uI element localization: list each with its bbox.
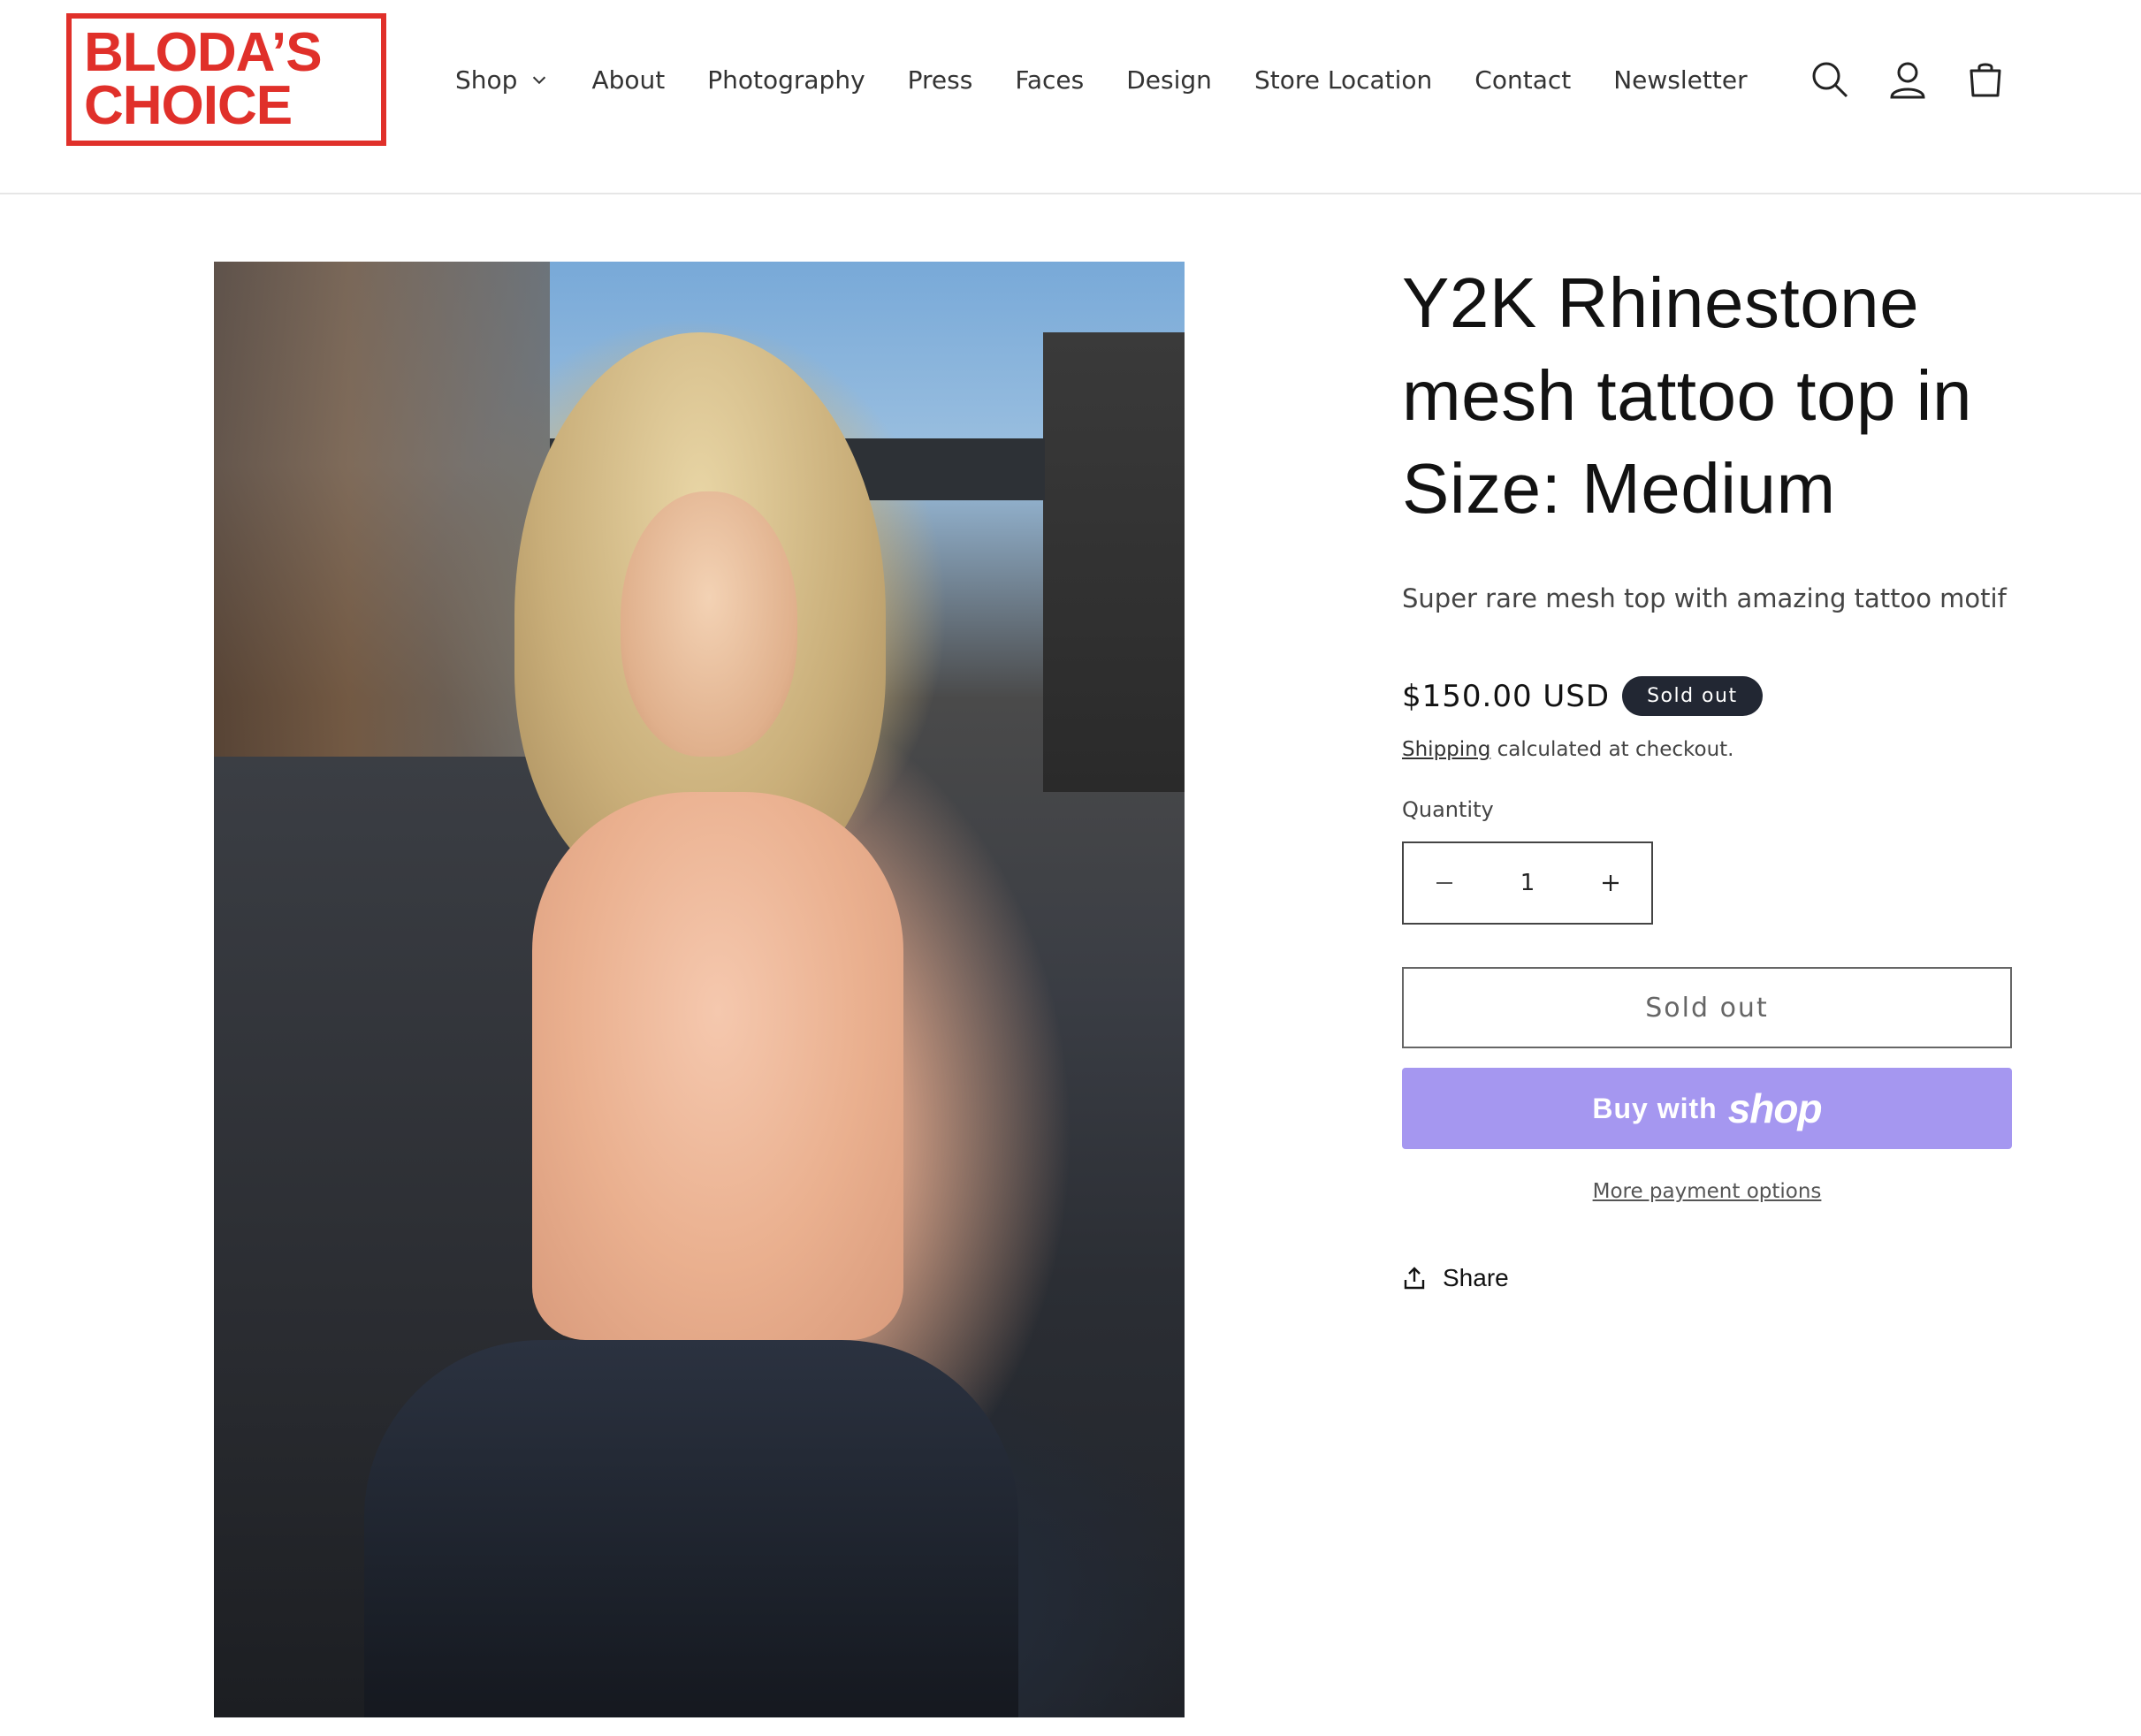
nav-label: About [591, 65, 666, 95]
cart-icon [1970, 63, 2001, 97]
header-icons [1803, 53, 2037, 106]
share-icon [1404, 1267, 1425, 1290]
product-price: $150.00 USD [1402, 678, 1611, 714]
brand-logo[interactable]: BLODA’S CHOICE [66, 13, 386, 146]
quantity-label: Quantity [1402, 797, 1494, 822]
product-info: Y2K Rhinestone mesh tattoo top in Size: … [1402, 256, 2012, 1291]
search-icon [1812, 62, 1848, 98]
shipping-note: Shipping calculated at checkout. [1402, 738, 1734, 761]
share-button[interactable]: Share [1402, 1264, 1509, 1292]
nav-item-about[interactable]: About [591, 65, 665, 95]
cart-button[interactable] [1959, 53, 2012, 106]
nav-label: Store Location [1253, 65, 1433, 95]
account-button[interactable] [1881, 53, 1934, 106]
product-image[interactable] [214, 262, 1185, 1717]
main-nav: Shop About Photography Press Faces Desig… [455, 57, 1790, 103]
nav-item-contact[interactable]: Contact [1474, 65, 1571, 95]
nav-label: Press [907, 65, 973, 95]
buy-with-label: Buy with [1592, 1092, 1718, 1124]
quantity-increase-button[interactable] [1591, 864, 1630, 902]
share-label: Share [1443, 1264, 1509, 1291]
logo-line-2: CHOICE [84, 75, 293, 136]
nav-item-press[interactable]: Press [908, 65, 973, 95]
search-button[interactable] [1803, 53, 1856, 106]
shipping-text: calculated at checkout. [1490, 738, 1734, 761]
logo-line-1: BLODA’S [84, 22, 323, 83]
nav-label: Faces [1015, 65, 1085, 95]
nav-label: Photography [707, 65, 865, 95]
minus-icon [1436, 882, 1452, 884]
quantity-input[interactable]: 1 [1520, 870, 1535, 896]
nav-label: Contact [1474, 65, 1572, 95]
site-header: BLODA’S CHOICE Shop About Photography Pr… [0, 0, 2141, 194]
shipping-link[interactable]: Shipping [1402, 738, 1490, 761]
nav-item-newsletter[interactable]: Newsletter [1613, 65, 1747, 95]
nav-item-shop[interactable]: Shop [455, 65, 549, 95]
quantity-decrease-button[interactable] [1425, 864, 1464, 902]
sold-out-button[interactable]: Sold out [1402, 967, 2012, 1048]
nav-item-photography[interactable]: Photography [707, 65, 865, 95]
nav-label: Shop [455, 65, 518, 95]
chevron-down-icon [533, 76, 546, 85]
nav-label: Newsletter [1613, 65, 1748, 95]
account-icon [1890, 62, 1925, 99]
buy-with-shop-button[interactable]: Buy with shop [1402, 1068, 2012, 1149]
more-payment-link[interactable]: More payment options [1593, 1180, 1822, 1203]
nav-label: Design [1126, 65, 1212, 95]
price-row: $150.00 USD Sold out [1402, 676, 1763, 716]
product-title: Y2K Rhinestone mesh tattoo top in Size: … [1402, 263, 1972, 528]
quantity-stepper: 1 [1402, 841, 1653, 925]
nav-item-store-location[interactable]: Store Location [1254, 65, 1432, 95]
nav-item-faces[interactable]: Faces [1015, 65, 1084, 95]
product-description: Super rare mesh top with amazing tattoo … [1402, 583, 2007, 613]
nav-item-design[interactable]: Design [1126, 65, 1212, 95]
plus-icon [1602, 875, 1619, 891]
shop-logo: shop [1727, 1085, 1823, 1131]
more-payment-options: More payment options [1402, 1180, 2012, 1203]
sold-out-badge: Sold out [1622, 676, 1763, 716]
